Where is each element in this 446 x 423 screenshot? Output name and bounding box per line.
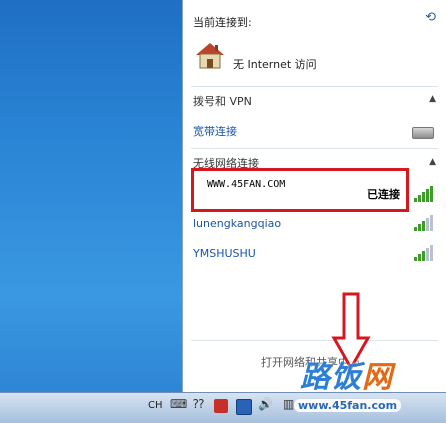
- no-internet-status: 无 Internet 访问: [233, 58, 317, 71]
- signal-strength-icon: [414, 184, 436, 202]
- volume-icon[interactable]: 🔊: [258, 397, 273, 411]
- language-indicator[interactable]: CH: [148, 400, 163, 411]
- signal-strength-icon: [414, 213, 436, 231]
- watermark-logo: 路饭网: [300, 360, 393, 395]
- help-icon[interactable]: ⁇: [193, 397, 204, 411]
- signal-strength-icon: [414, 243, 436, 261]
- dialup-vpn-section[interactable]: 拨号和 VPN: [193, 93, 252, 109]
- divider: [191, 340, 438, 341]
- collapse-icon[interactable]: ▲: [429, 157, 436, 167]
- wifi-network-item[interactable]: lunengkangqiao: [193, 217, 281, 230]
- modem-icon: [412, 127, 434, 139]
- wifi-network-item[interactable]: YMSHUSHU: [193, 247, 256, 260]
- divider: [191, 86, 438, 87]
- watermark-url: www.45fan.com: [294, 399, 402, 412]
- broadband-connection[interactable]: 宽带连接: [193, 123, 237, 139]
- current-connection-header: 当前连接到:: [193, 16, 252, 29]
- keyboard-icon[interactable]: ⌨: [170, 397, 187, 411]
- house-icon: [196, 43, 224, 69]
- highlight-box: [191, 168, 409, 212]
- flag-icon[interactable]: [236, 399, 252, 415]
- divider: [191, 148, 438, 149]
- refresh-icon[interactable]: ⟲: [425, 10, 436, 25]
- network-tray-icon[interactable]: ▥: [283, 397, 294, 411]
- collapse-icon[interactable]: ▲: [429, 94, 436, 104]
- app-tray-icon[interactable]: [214, 399, 228, 413]
- network-flyout: 当前连接到: ⟲ 无 Internet 访问 拨号和 VPN ▲ 宽带连接 无线…: [182, 0, 446, 392]
- desktop-background: [0, 0, 182, 392]
